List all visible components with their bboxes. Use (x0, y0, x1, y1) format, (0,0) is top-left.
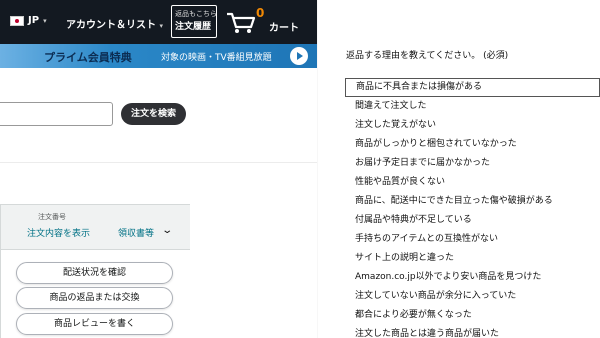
reason-option[interactable]: 手持ちのアイテムとの互換性がない (345, 230, 600, 249)
return-reason-title: 返品する理由を教えてください。 (必須) (346, 51, 509, 61)
prime-banner-text: 対象の映画・TV番組見放題 (161, 53, 272, 63)
reason-option[interactable]: 付属品や特典が不足している (345, 211, 600, 230)
reason-option[interactable]: 商品に、配送中にできた目立った傷や破損がある (345, 192, 600, 211)
cart-button[interactable]: 0 カート (226, 6, 301, 38)
order-search-input[interactable] (0, 102, 113, 126)
reason-option[interactable]: 性能や品質が良くない (345, 173, 600, 192)
account-lists-menu[interactable]: アカウント＆リスト ▾ (66, 16, 163, 31)
write-review-button[interactable]: 商品レビューを書く (16, 313, 173, 335)
reason-option[interactable]: 注文した覚えがない (345, 116, 600, 135)
search-orders-button[interactable]: 注文を検索 (121, 103, 186, 125)
returns-orders-line1: 返品もこちら (175, 10, 217, 18)
reason-option[interactable]: サイト上の説明と違った (345, 249, 600, 268)
cart-icon (227, 12, 256, 33)
return-reason-dropdown[interactable]: 商品に不具合または損傷がある 間違えて注文した 注文した覚えがない 商品がしっか… (345, 78, 600, 338)
caret-down-icon: ▾ (43, 16, 47, 25)
prime-banner[interactable]: プライム会員特典 対象の映画・TV番組見放題 (0, 44, 317, 68)
reason-option[interactable]: 注文していない商品が余分に入っていた (345, 287, 600, 306)
reason-option[interactable]: 商品がしっかりと梱包されていなかった (345, 135, 600, 154)
reason-option[interactable]: お届け予定日までに届かなかった (345, 154, 600, 173)
divider (0, 162, 317, 163)
language-selector[interactable]: JP ▾ (10, 15, 47, 26)
prime-banner-title: プライム会員特典 (44, 51, 132, 64)
track-package-button[interactable]: 配送状況を確認 (16, 262, 173, 284)
locale-label: JP (28, 15, 40, 26)
returns-orders-link[interactable]: 返品もこちら 注文履歴 (171, 5, 217, 38)
cart-count: 0 (256, 6, 265, 20)
amazon-page: JP ▾ アカウント＆リスト ▾ 返品もこちら 注文履歴 0 カート プライム会… (0, 0, 317, 338)
account-lists-label: アカウント＆リスト (66, 20, 156, 31)
reason-option[interactable]: 都合により必要が無くなった (345, 306, 600, 325)
chevron-down-icon[interactable]: ⌄ (161, 225, 173, 236)
returns-orders-line2: 注文履歴 (175, 22, 212, 32)
view-order-details-link[interactable]: 注文内容を表示 (27, 226, 90, 239)
play-icon[interactable] (290, 47, 308, 65)
caret-down-icon: ▾ (159, 22, 163, 30)
reason-option[interactable]: 商品に不具合または損傷がある (345, 78, 600, 97)
japan-flag-icon (10, 15, 24, 26)
order-number-label: 注文番号 (38, 213, 66, 221)
reason-option[interactable]: 注文した商品とは違う商品が届いた (345, 325, 600, 338)
reason-option[interactable]: Amazon.co.jp以外でより安い商品を見つけた (345, 268, 600, 287)
receipt-link[interactable]: 領収書等 (118, 226, 154, 239)
reason-option[interactable]: 間違えて注文した (345, 97, 600, 116)
top-nav-bar: JP ▾ アカウント＆リスト ▾ 返品もこちら 注文履歴 0 カート (0, 0, 317, 44)
return-or-replace-button[interactable]: 商品の返品または交換 (16, 287, 173, 309)
cart-label: カート (269, 23, 299, 34)
